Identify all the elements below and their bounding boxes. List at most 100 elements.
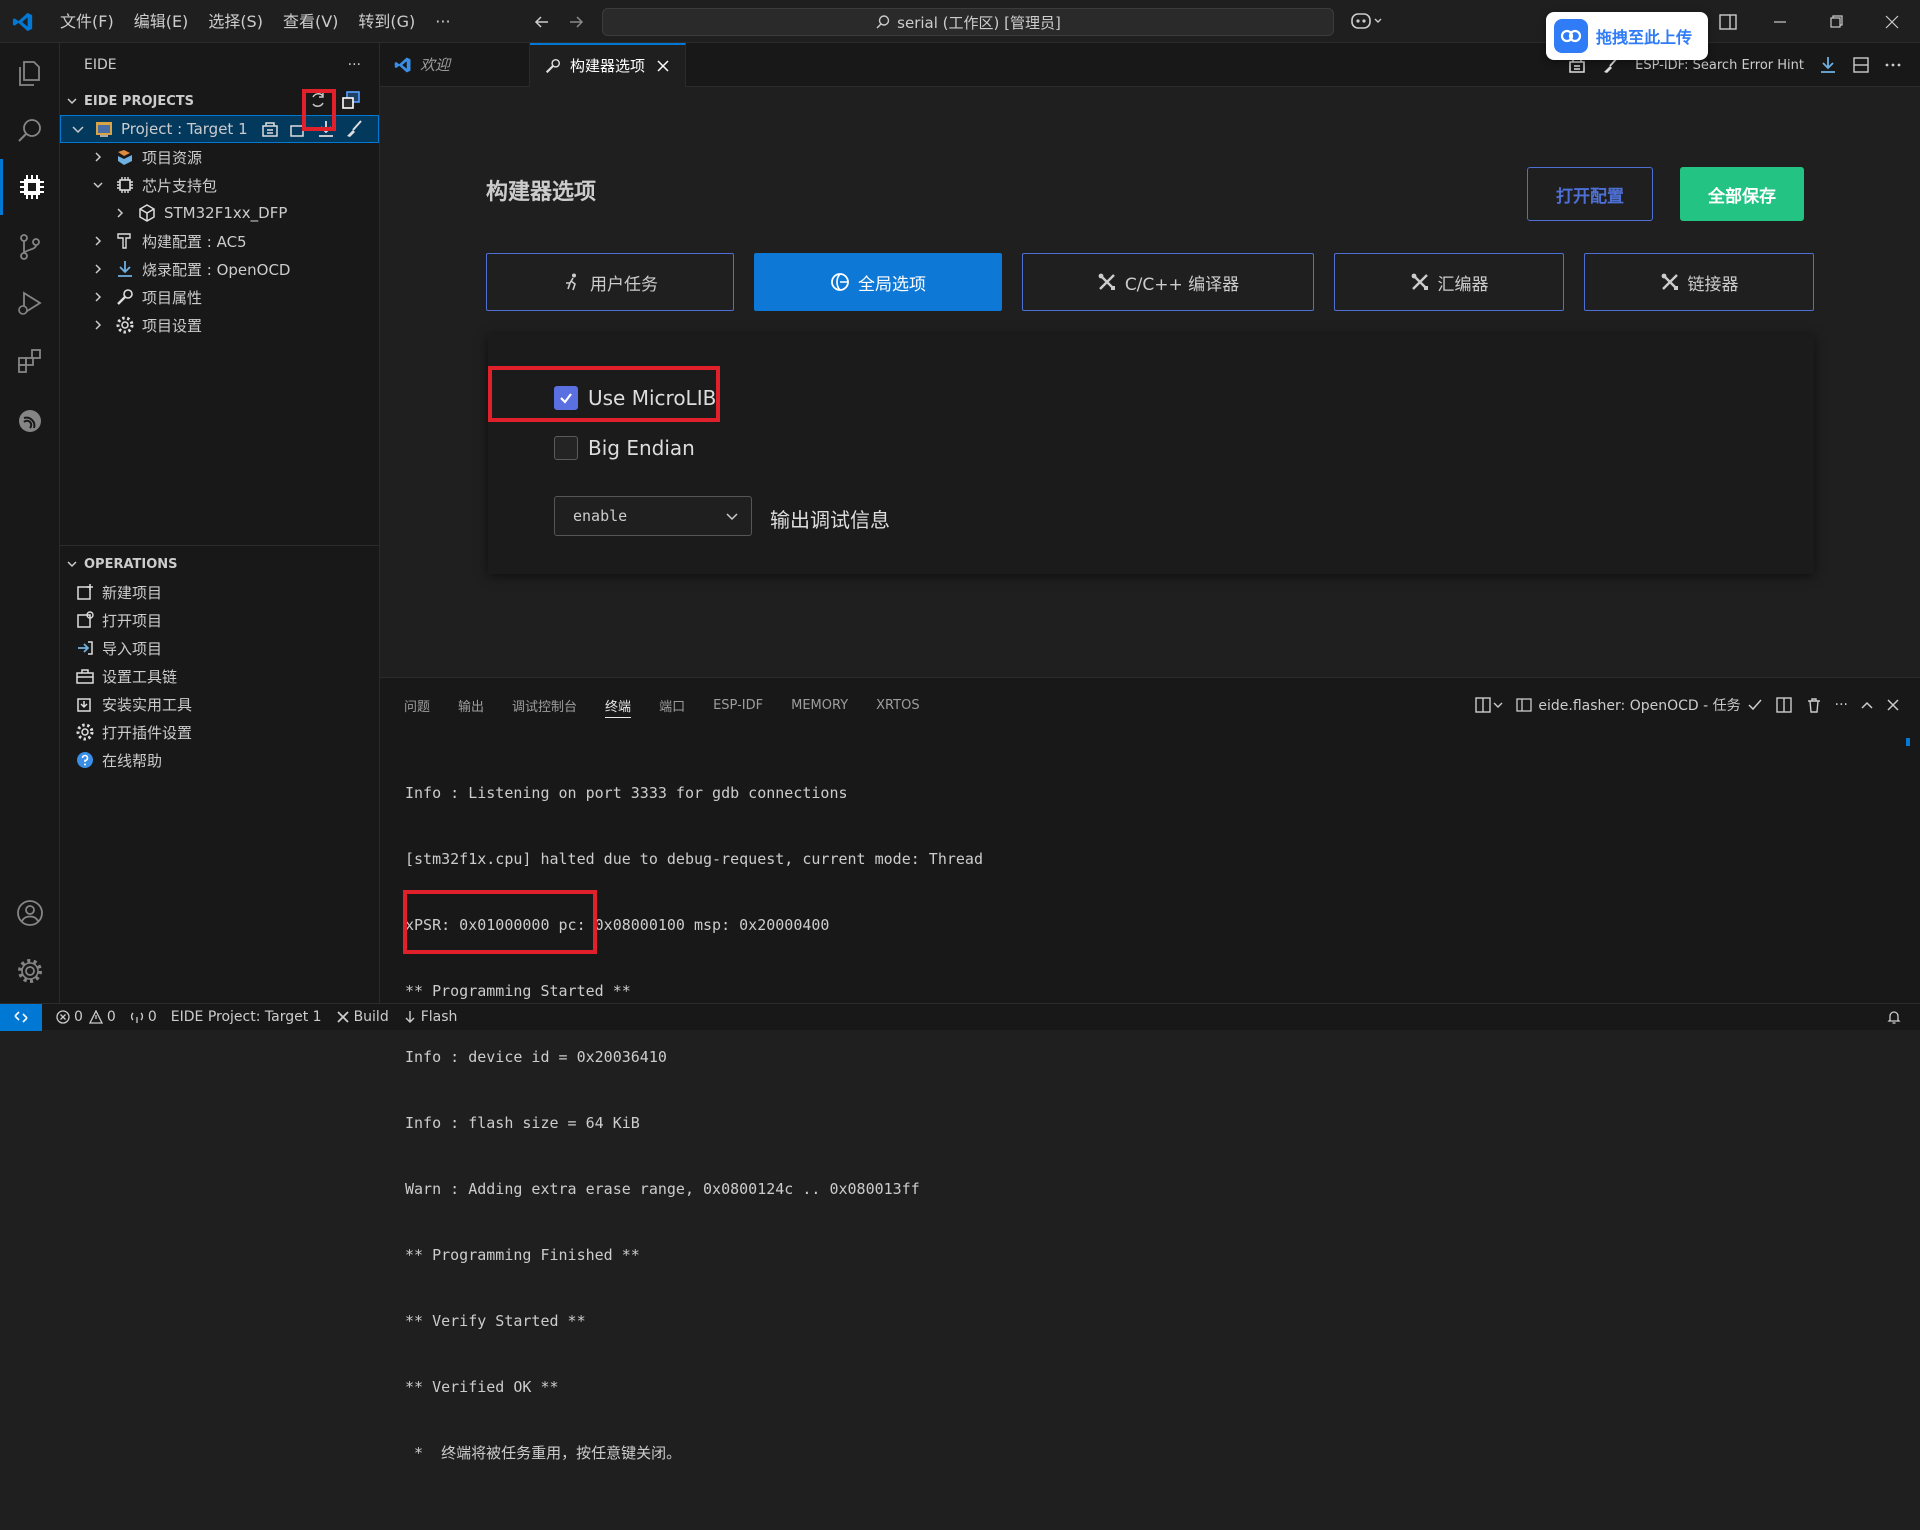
tab-c-compiler[interactable]: C/C++ 编译器 <box>1022 253 1314 311</box>
tree-label: 项目属性 <box>142 288 203 307</box>
op-plugin-settings[interactable]: 打开插件设置 <box>60 718 380 746</box>
open-workspace-icon[interactable] <box>341 90 361 110</box>
tab-builder-options[interactable]: 构建器选项 <box>530 42 686 87</box>
open-config-button[interactable]: 打开配置 <box>1527 167 1653 221</box>
eide-chip-icon[interactable] <box>0 159 60 215</box>
extensions-icon[interactable] <box>0 333 60 389</box>
menu-view[interactable]: 查看(V) <box>273 0 348 43</box>
maximize-button[interactable] <box>1808 0 1864 43</box>
tree-item-flash-config[interactable]: 烧录配置 : OpenOCD <box>60 255 379 283</box>
sidebar-more-button[interactable]: ··· <box>348 57 361 73</box>
tree-item-settings[interactable]: 项目设置 <box>60 311 379 339</box>
debug-info-select[interactable]: enable <box>554 496 752 536</box>
bell-icon[interactable] <box>1886 1009 1902 1025</box>
op-online-help[interactable]: 在线帮助 <box>60 746 380 774</box>
use-microlib-checkbox[interactable] <box>554 386 578 410</box>
project-target-row[interactable]: Project : Target 1 <box>60 115 379 143</box>
operations-header[interactable]: OPERATIONS <box>60 550 380 578</box>
status-bar: 0 0 0 EIDE Project: Target 1 Build Flash <box>0 1003 1920 1031</box>
terminal-layout-dropdown[interactable] <box>1474 696 1504 714</box>
tab-c-compiler-label: C/C++ 编译器 <box>1124 274 1240 295</box>
tab-global-options[interactable]: 全局选项 <box>754 253 1002 311</box>
menu-go[interactable]: 转到(G) <box>348 0 425 43</box>
tree-item-resources[interactable]: 项目资源 <box>60 143 379 171</box>
op-import-project[interactable]: 导入项目 <box>60 634 380 662</box>
split-editor-icon[interactable] <box>1852 56 1870 74</box>
remote-indicator-button[interactable] <box>0 1003 42 1031</box>
tab-assembler[interactable]: 汇编器 <box>1334 253 1564 311</box>
big-endian-checkbox[interactable] <box>554 436 578 460</box>
source-control-icon[interactable] <box>0 219 60 275</box>
terminal-line: Info : flash size = 64 KiB <box>405 1114 640 1132</box>
chevron-right-icon <box>92 319 108 331</box>
save-all-button[interactable]: 全部保存 <box>1680 167 1804 221</box>
flash-status-button[interactable]: Flash <box>403 1009 457 1025</box>
minimize-button[interactable] <box>1752 0 1808 43</box>
layout-panel-icon[interactable] <box>1718 12 1738 32</box>
rebuild-icon[interactable] <box>288 119 308 139</box>
arrow-left-icon[interactable] <box>532 12 552 32</box>
debug-info-label: 输出调试信息 <box>770 508 890 532</box>
close-panel-icon[interactable] <box>1886 698 1900 712</box>
op-install-utility[interactable]: 安装实用工具 <box>60 690 380 718</box>
download-flash-icon[interactable] <box>316 119 336 139</box>
use-microlib-option[interactable]: Use MicroLIB <box>554 386 716 410</box>
esp-idf-icon[interactable] <box>0 393 60 449</box>
op-open-project[interactable]: 打开项目 <box>60 606 380 634</box>
clean-brush-icon[interactable] <box>344 119 364 139</box>
help-icon <box>74 749 96 771</box>
panel-more-button[interactable]: ··· <box>1835 697 1848 713</box>
big-endian-option[interactable]: Big Endian <box>554 436 695 460</box>
terminal-task-selector[interactable]: eide.flasher: OpenOCD - 任务 <box>1516 695 1762 715</box>
download-flash-icon[interactable] <box>1818 55 1838 75</box>
menu-more[interactable]: ··· <box>425 0 460 43</box>
split-panel-icon[interactable] <box>1775 696 1793 714</box>
more-actions-icon[interactable] <box>1884 56 1902 74</box>
close-icon[interactable] <box>657 59 677 72</box>
tab-linker[interactable]: 链接器 <box>1584 253 1814 311</box>
terminal-output[interactable]: Info : Listening on port 3333 for gdb co… <box>403 738 1885 1530</box>
tree-item-properties[interactable]: 项目属性 <box>60 283 379 311</box>
menu-edit[interactable]: 编辑(E) <box>124 0 199 43</box>
tree-item-build-config[interactable]: 构建配置 : AC5 <box>60 227 379 255</box>
eide-project-status[interactable]: EIDE Project: Target 1 <box>171 1009 322 1025</box>
settings-gear-icon[interactable] <box>0 943 60 999</box>
close-window-button[interactable] <box>1864 0 1920 43</box>
search-sidebar-icon[interactable] <box>0 103 60 159</box>
copilot-icon[interactable] <box>1350 11 1384 31</box>
panel-tab-memory[interactable]: MEMORY <box>791 678 848 732</box>
panel-tab-terminal[interactable]: 终端 <box>605 678 632 732</box>
ports-status[interactable]: 0 <box>130 1009 157 1025</box>
error-count: 0 <box>74 1009 83 1025</box>
panel-tab-xrtos[interactable]: XRTOS <box>876 678 919 732</box>
tab-welcome[interactable]: 欢迎 <box>380 42 530 87</box>
op-setup-toolchain[interactable]: 设置工具链 <box>60 662 380 690</box>
import-icon <box>74 637 96 659</box>
problems-status[interactable]: 0 0 <box>56 1009 116 1025</box>
arrow-right-icon[interactable] <box>566 12 586 32</box>
panel-tab-output[interactable]: 输出 <box>458 678 484 732</box>
run-debug-icon[interactable] <box>0 275 60 331</box>
eide-projects-header[interactable]: EIDE PROJECTS <box>60 87 379 115</box>
panel-tab-problems[interactable]: 问题 <box>404 678 430 732</box>
new-project-icon <box>74 581 96 603</box>
build-status-button[interactable]: Build <box>336 1009 389 1025</box>
terminal-scrollbar[interactable] <box>1906 738 1910 746</box>
explorer-icon[interactable] <box>0 45 60 101</box>
command-center[interactable]: serial (工作区) [管理员] <box>602 8 1334 36</box>
tree-item-dfp[interactable]: STM32F1xx_DFP <box>60 199 379 227</box>
account-icon[interactable] <box>0 885 60 941</box>
build-icon[interactable] <box>260 119 280 139</box>
chevron-up-icon[interactable] <box>1860 698 1874 712</box>
menu-file[interactable]: 文件(F) <box>50 0 124 43</box>
panel-tab-debug-console[interactable]: 调试控制台 <box>512 678 577 732</box>
op-new-project[interactable]: 新建项目 <box>60 578 380 606</box>
panel-tab-esp-idf[interactable]: ESP-IDF <box>713 678 763 732</box>
tab-user-tasks[interactable]: 用户任务 <box>486 253 734 311</box>
trash-icon[interactable] <box>1805 696 1823 714</box>
upload-drop-target[interactable]: 拖拽至此上传 <box>1546 12 1708 60</box>
tree-item-chip-support[interactable]: 芯片支持包 <box>60 171 379 199</box>
menu-selection[interactable]: 选择(S) <box>198 0 273 43</box>
panel-tab-ports[interactable]: 端口 <box>659 678 685 732</box>
refresh-icon[interactable] <box>309 91 327 109</box>
